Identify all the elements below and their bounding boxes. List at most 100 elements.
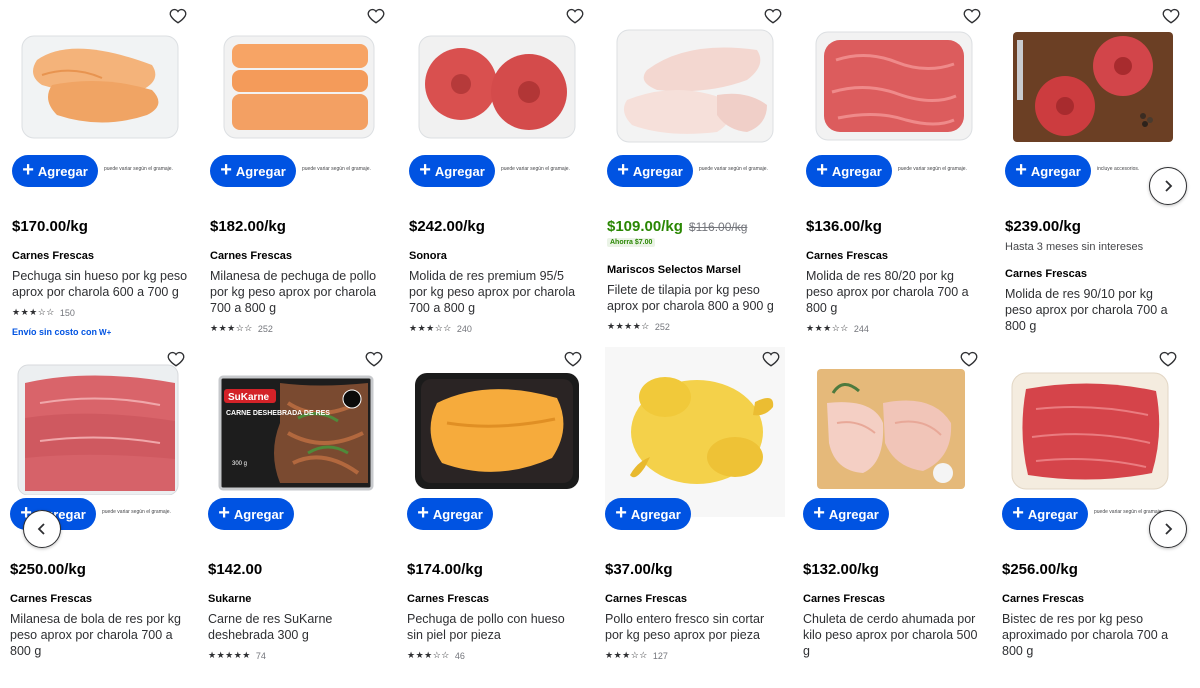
product-rating: ★★★☆☆ 244: [806, 323, 869, 334]
product-image[interactable]: [1002, 363, 1182, 495]
product-image[interactable]: [210, 20, 390, 152]
add-to-cart-button[interactable]: + Agregar: [1002, 498, 1088, 530]
product-price: $136.00/kg: [806, 218, 882, 235]
favorite-button[interactable]: [1161, 6, 1181, 26]
product-price: $182.00/kg: [210, 218, 286, 235]
product-rating: ★★★☆☆ 127: [605, 650, 668, 661]
review-count: 244: [853, 323, 869, 334]
add-to-cart-button[interactable]: + Agregar: [12, 155, 98, 187]
review-count: 252: [654, 321, 670, 332]
product-title[interactable]: Milanesa de bola de res por kg peso apro…: [10, 611, 186, 659]
carousel-next-button[interactable]: [1149, 167, 1187, 205]
favorite-button[interactable]: [364, 349, 384, 369]
product-title[interactable]: Molida de res 90/10 por kg peso aprox po…: [1005, 286, 1181, 334]
product-card[interactable]: + Agregar puede variar según el gramaje. …: [1002, 343, 1182, 683]
favorite-button[interactable]: [565, 6, 585, 26]
product-price: $132.00/kg: [803, 561, 879, 578]
product-title[interactable]: Pollo entero fresco sin cortar por kg pe…: [605, 611, 781, 643]
product-image[interactable]: [1005, 20, 1185, 152]
favorite-button[interactable]: [962, 6, 982, 26]
favorite-button[interactable]: [959, 349, 979, 369]
product-image[interactable]: [607, 20, 787, 152]
product-image[interactable]: SuKarne CARNE DESHEBRADA DE RES 300 g: [208, 363, 388, 495]
product-card[interactable]: + Agregar $174.00/kg Carnes Frescas Pechu…: [407, 343, 587, 683]
package-weight: 300 g: [232, 461, 247, 467]
heart-outline-icon: [1162, 8, 1180, 24]
product-rating: ★★★★☆ 252: [607, 321, 670, 332]
heart-outline-icon: [167, 351, 185, 367]
product-title[interactable]: Milanesa de pechuga de pollo por kg peso…: [210, 268, 386, 316]
carousel-prev-button[interactable]: [23, 510, 61, 548]
product-title[interactable]: Pechuga de pollo con hueso sin piel por …: [407, 611, 583, 643]
product-card[interactable]: + Agregar puede variar según el gramaje. …: [806, 0, 986, 340]
walmart-pass-logo: W+: [99, 328, 112, 337]
product-title[interactable]: Filete de tilapia por kg peso aprox por …: [607, 282, 783, 314]
favorite-button[interactable]: [761, 349, 781, 369]
weight-note: puede variar según el gramaje.: [898, 166, 967, 172]
add-to-cart-button[interactable]: + Agregar: [210, 155, 296, 187]
product-title[interactable]: Molida de res 80/20 por kg peso aprox po…: [806, 268, 982, 316]
rating-stars: ★★★☆☆: [407, 650, 450, 660]
product-title[interactable]: Molida de res premium 95/5 por kg peso a…: [409, 268, 585, 316]
product-image[interactable]: [806, 20, 986, 152]
installments-text: Hasta 3 meses sin intereses: [1005, 241, 1144, 253]
favorite-button[interactable]: [763, 6, 783, 26]
add-to-cart-button[interactable]: + Agregar: [409, 155, 495, 187]
add-to-cart-button[interactable]: + Agregar: [1005, 155, 1091, 187]
add-to-cart-button[interactable]: + Agregar: [806, 155, 892, 187]
product-price: $174.00/kg: [407, 561, 483, 578]
add-to-cart-button[interactable]: + Agregar: [607, 155, 693, 187]
product-brand: Mariscos Selectos Marsel: [607, 264, 741, 276]
review-count: 46: [454, 650, 465, 661]
review-count: 74: [255, 650, 266, 661]
favorite-button[interactable]: [166, 349, 186, 369]
product-brand: Carnes Frescas: [806, 250, 888, 262]
heart-outline-icon: [1159, 351, 1177, 367]
shipping-text: Envío sin costo con: [12, 327, 98, 337]
heart-outline-icon: [566, 8, 584, 24]
savings-badge: Ahorra $7.00: [607, 238, 656, 247]
add-button-label: Agregar: [831, 163, 882, 179]
add-to-cart-button[interactable]: + Agregar: [407, 498, 493, 530]
favorite-button[interactable]: [1158, 349, 1178, 369]
product-image[interactable]: [803, 363, 983, 495]
product-card[interactable]: + Agregar puede variar según el gramaje. …: [607, 0, 787, 340]
product-price: $239.00/kg: [1005, 218, 1081, 235]
plus-icon: +: [1012, 502, 1024, 524]
product-card[interactable]: + Agregar $37.00/kg Carnes Frescas Pollo …: [605, 343, 785, 683]
add-to-cart-button[interactable]: + Agregar: [803, 498, 889, 530]
heart-outline-icon: [762, 351, 780, 367]
product-image[interactable]: [605, 347, 785, 517]
product-image[interactable]: [407, 363, 587, 495]
favorite-button[interactable]: [563, 349, 583, 369]
add-button-label: Agregar: [233, 506, 284, 522]
favorite-button[interactable]: [168, 6, 188, 26]
product-title[interactable]: Pechuga sin hueso por kg peso aprox por …: [12, 268, 188, 300]
product-card[interactable]: + Agregar puede variar según el gramaje. …: [409, 0, 589, 340]
heart-outline-icon: [963, 8, 981, 24]
favorite-button[interactable]: [366, 6, 386, 26]
product-title[interactable]: Bistec de res por kg peso aproximado por…: [1002, 611, 1178, 659]
product-row-2: + Agregar puede variar según el gramaje. …: [0, 343, 1200, 683]
product-card[interactable]: + Agregar puede variar según el gramaje. …: [210, 0, 390, 340]
product-image[interactable]: [12, 20, 192, 152]
chevron-right-icon: [1165, 180, 1173, 192]
rating-stars: ★★★☆☆: [806, 323, 849, 333]
product-title[interactable]: Chuleta de cerdo ahumada por kilo peso a…: [803, 611, 979, 659]
add-button-label: Agregar: [828, 506, 879, 522]
product-brand: Carnes Frescas: [1002, 593, 1084, 605]
product-row-1: + Agregar puede variar según el gramaje. …: [0, 0, 1200, 340]
add-to-cart-button[interactable]: + Agregar: [208, 498, 294, 530]
product-rating: ★★★☆☆ 150: [12, 307, 75, 318]
product-card[interactable]: + Agregar puede variar según el gramaje. …: [12, 0, 192, 340]
product-card[interactable]: SuKarne CARNE DESHEBRADA DE RES 300 g + A…: [208, 343, 388, 683]
weight-note: puede variar según el gramaje.: [699, 166, 768, 172]
product-image[interactable]: [409, 20, 589, 152]
carousel-next-button[interactable]: [1149, 510, 1187, 548]
add-button-label: Agregar: [235, 163, 286, 179]
product-brand: Carnes Frescas: [210, 250, 292, 262]
add-to-cart-button[interactable]: + Agregar: [605, 498, 691, 530]
product-title[interactable]: Carne de res SuKarne deshebrada 300 g: [208, 611, 384, 643]
product-image[interactable]: [10, 363, 190, 495]
product-card[interactable]: + Agregar $132.00/kg Carnes Frescas Chule…: [803, 343, 983, 683]
